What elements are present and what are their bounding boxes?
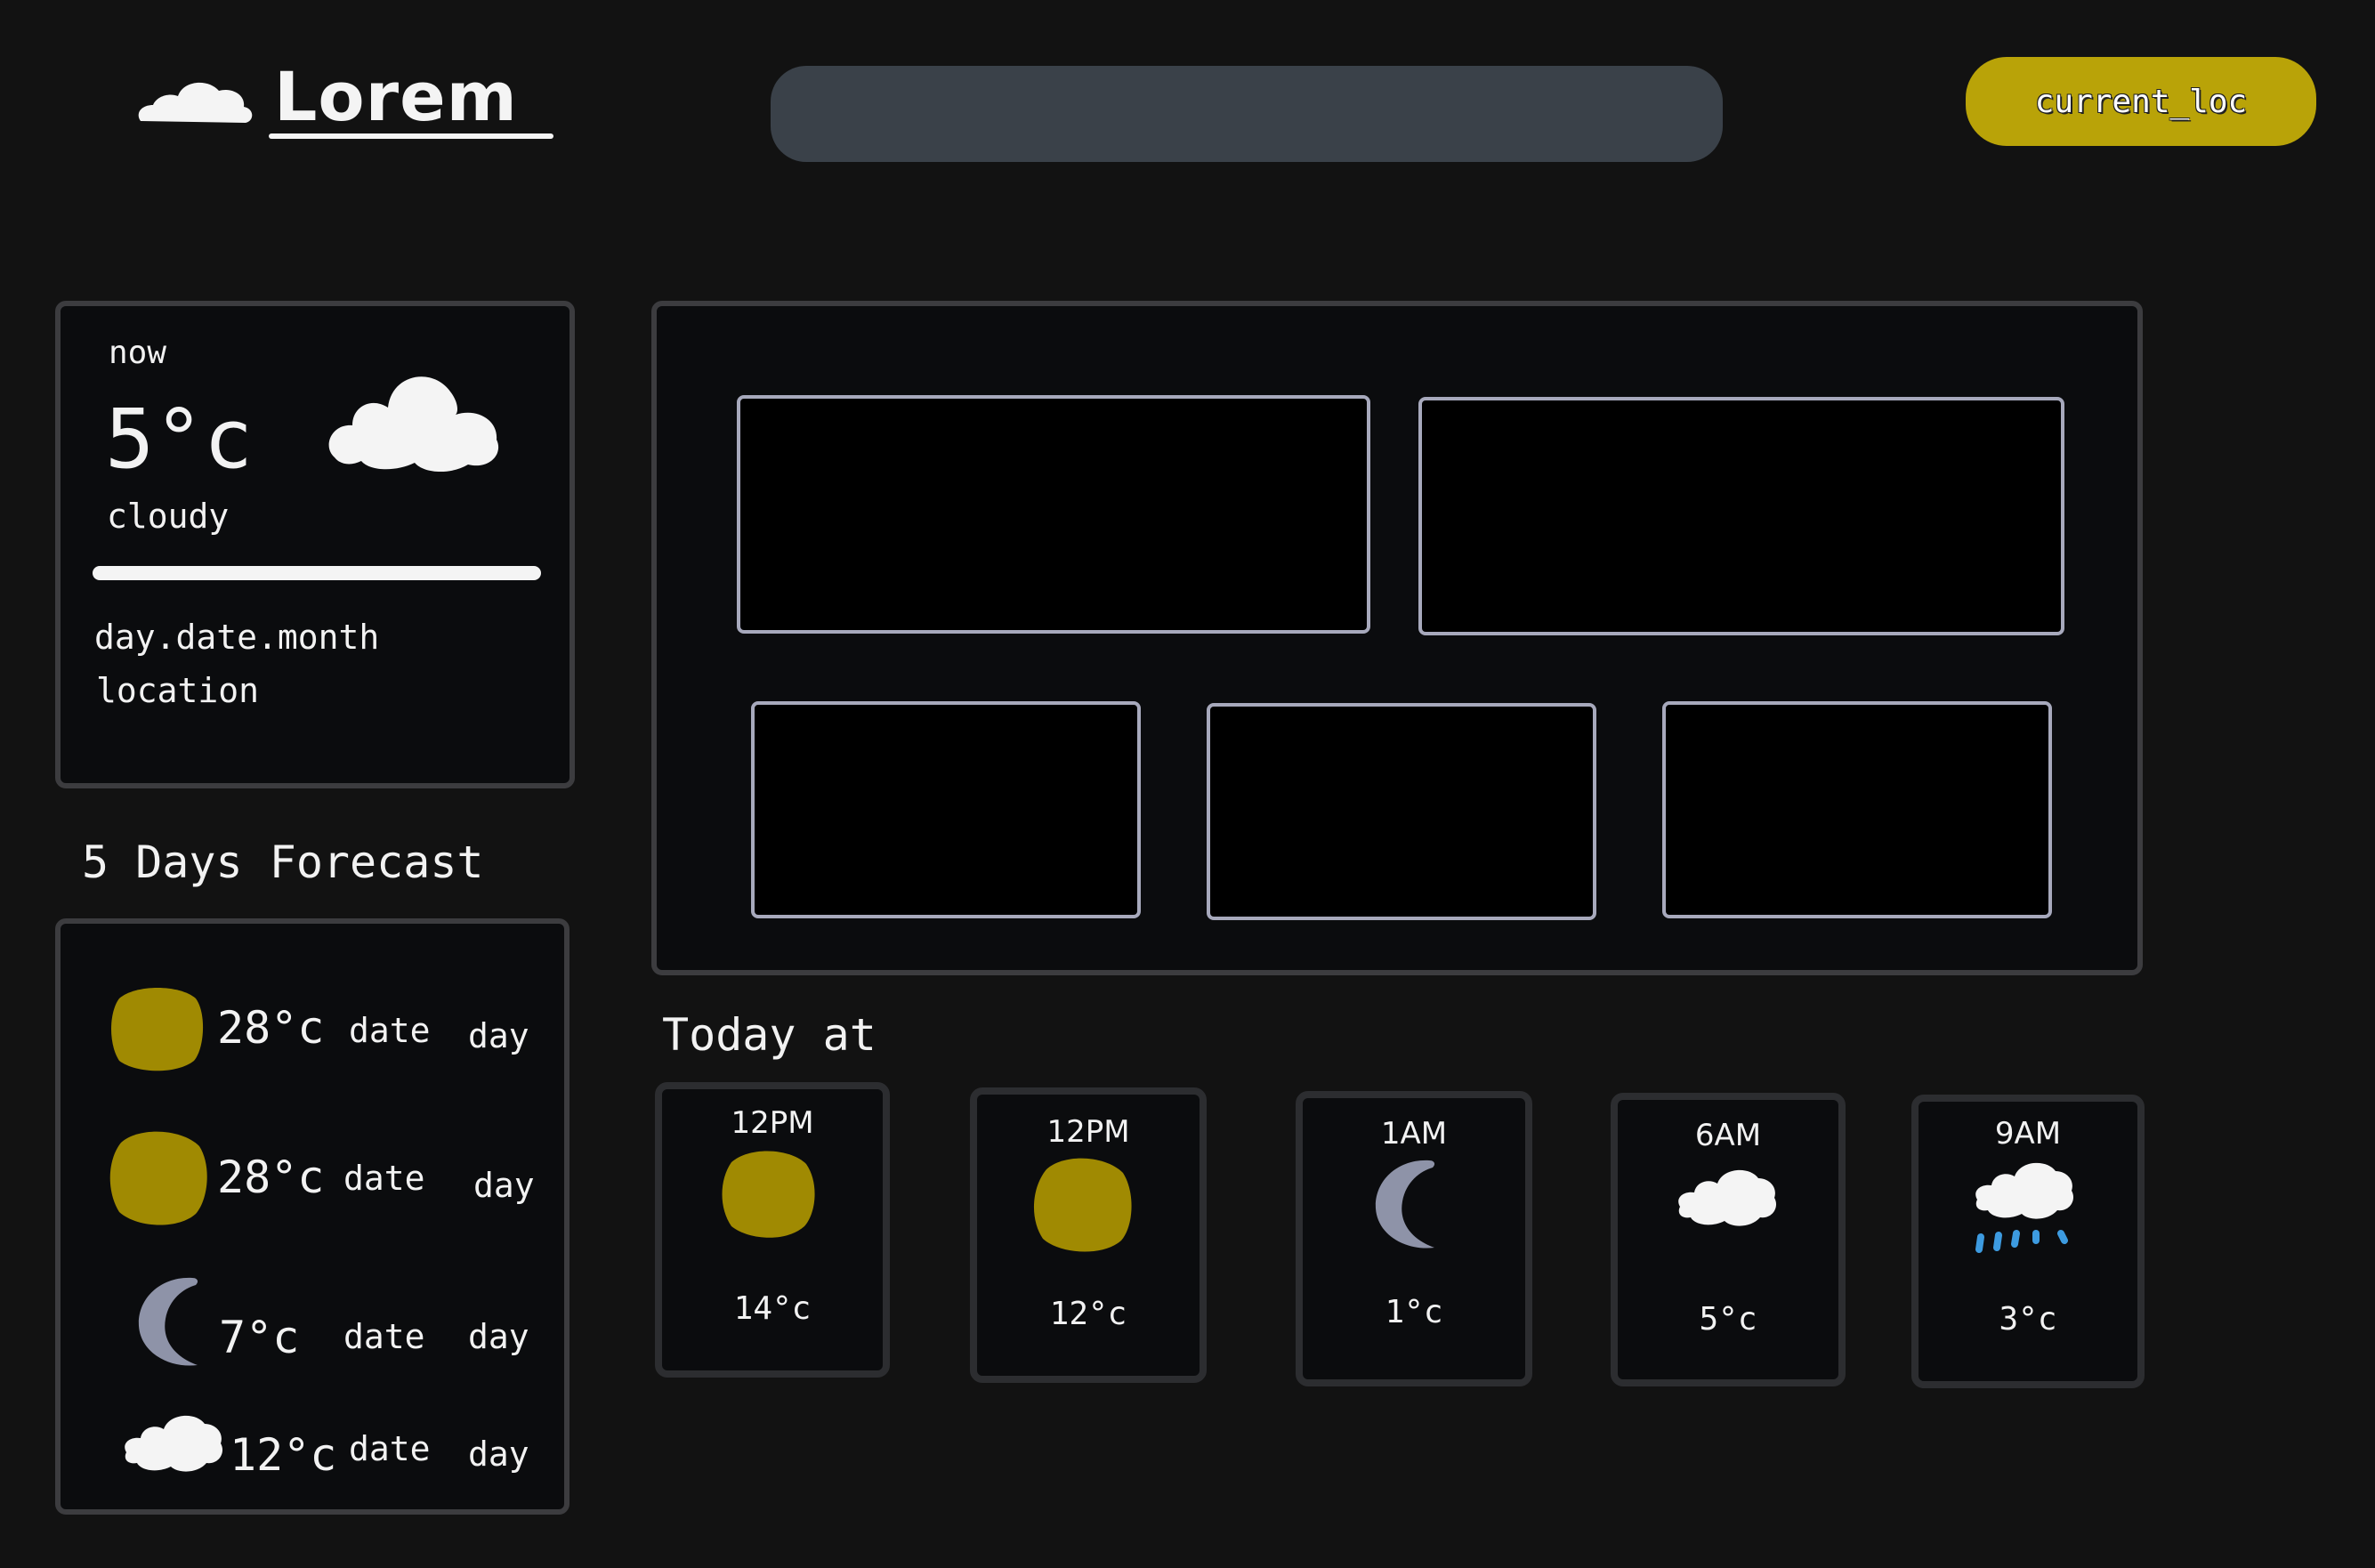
hour-card: 9AM 3°c xyxy=(1911,1095,2145,1388)
highlight-box xyxy=(1207,703,1596,920)
forecast-title: 5 Days Forecast xyxy=(82,837,484,888)
forecast-day: day xyxy=(468,1317,529,1356)
sun-icon xyxy=(111,988,204,1071)
rain-cloud-icon xyxy=(1975,1162,2074,1253)
forecast-card: 28°c date day 28°c date day 7°c date day… xyxy=(55,918,570,1515)
forecast-temp: 7°c xyxy=(219,1312,300,1363)
hour-time: 1AM xyxy=(1380,1116,1448,1152)
forecast-day: day xyxy=(468,1016,529,1055)
highlight-box xyxy=(737,395,1370,634)
forecast-temp: 28°c xyxy=(217,1152,325,1203)
cloud-icon xyxy=(125,1415,223,1472)
hour-time: 12PM xyxy=(731,1105,814,1141)
forecast-temp: 28°c xyxy=(217,1002,325,1054)
divider xyxy=(93,566,541,580)
highlight-box xyxy=(1418,397,2064,635)
current-label: now xyxy=(109,335,167,371)
today-title: Today at xyxy=(662,1009,876,1061)
moon-icon xyxy=(138,1277,198,1366)
sun-icon xyxy=(109,1131,207,1225)
moon-icon xyxy=(1375,1160,1435,1249)
hour-time: 12PM xyxy=(1046,1114,1130,1150)
hour-time: 9AM xyxy=(1994,1116,2062,1152)
forecast-date: date xyxy=(349,1011,431,1050)
highlights-panel xyxy=(651,301,2143,975)
cloud-icon xyxy=(328,376,499,473)
forecast-day: day xyxy=(468,1435,529,1474)
forecast-date: date xyxy=(343,1317,425,1356)
forecast-row: 7°c date day xyxy=(61,1273,575,1379)
current-location-button[interactable]: current_loc xyxy=(1966,57,2316,146)
highlight-box xyxy=(1662,701,2052,918)
hour-temp: 12°c xyxy=(1049,1296,1127,1332)
logo-text: Lorem xyxy=(274,57,518,136)
forecast-date: date xyxy=(349,1429,431,1468)
app-logo[interactable]: Lorem xyxy=(133,53,561,151)
forecast-row: 28°c date day xyxy=(61,982,575,1089)
current-temperature: 5°c xyxy=(105,392,254,487)
current-condition: cloudy xyxy=(107,497,230,536)
forecast-row: 12°c date day xyxy=(61,1402,575,1509)
highlight-box xyxy=(751,701,1141,918)
sun-icon xyxy=(1033,1158,1132,1252)
hour-temp: 1°c xyxy=(1385,1294,1443,1330)
forecast-day: day xyxy=(473,1166,535,1205)
cloud-icon xyxy=(1678,1169,1777,1226)
logo-cloud-icon xyxy=(138,82,253,123)
forecast-row: 28°c date day xyxy=(61,1130,575,1237)
forecast-date: date xyxy=(343,1159,425,1198)
hour-card: 12PM 14°c xyxy=(655,1082,890,1378)
current-location: location xyxy=(96,671,260,710)
sun-icon xyxy=(722,1151,815,1238)
hour-temp: 5°c xyxy=(1699,1301,1757,1338)
hour-card: 1AM 1°c xyxy=(1296,1091,1532,1386)
logo-underline xyxy=(269,133,553,139)
hour-temp: 14°c xyxy=(733,1290,812,1327)
hour-card: 12PM 12°c xyxy=(970,1087,1207,1383)
forecast-temp: 12°c xyxy=(230,1429,337,1481)
hour-card: 6AM 5°c xyxy=(1611,1093,1846,1386)
hour-time: 6AM xyxy=(1694,1118,1762,1153)
search-input[interactable] xyxy=(771,66,1723,162)
hour-temp: 3°c xyxy=(1999,1301,2057,1338)
current-date: day.date.month xyxy=(94,618,380,657)
